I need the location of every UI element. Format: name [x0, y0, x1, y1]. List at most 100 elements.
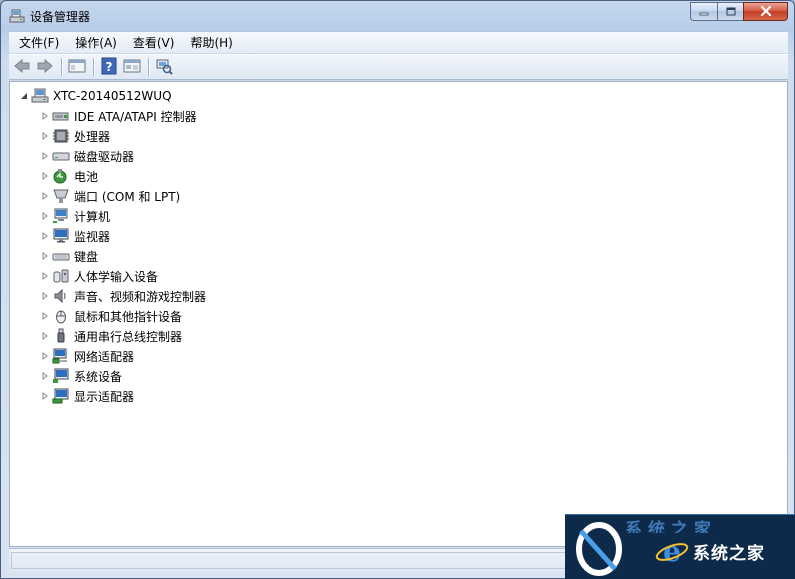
collapsed-arrow-icon[interactable]	[40, 291, 50, 301]
keyboard-icon	[52, 248, 70, 264]
device-manager-icon	[9, 8, 25, 24]
scan-hardware-icon	[155, 57, 173, 78]
collapsed-arrow-icon[interactable]	[40, 211, 50, 221]
menu-action[interactable]: 操作(A)	[67, 33, 125, 53]
tree-node[interactable]: 处理器	[40, 126, 110, 146]
tree-node-label: 显示适配器	[74, 389, 135, 404]
maximize-icon	[726, 5, 736, 19]
forward-icon	[36, 58, 54, 77]
tree-node[interactable]: 键盘	[40, 246, 98, 266]
watermark-emblem-icon	[571, 519, 627, 577]
system-device-icon	[52, 368, 70, 384]
menu-view[interactable]: 查看(V)	[125, 33, 183, 53]
tree-node[interactable]: 系统设备	[40, 366, 122, 386]
toolbar-separator	[61, 58, 62, 76]
tree-root-label: XTC-20140512WUQ	[53, 89, 172, 103]
menu-help[interactable]: 帮助(H)	[182, 33, 240, 53]
maximize-button[interactable]	[717, 2, 743, 21]
collapsed-arrow-icon[interactable]	[40, 131, 50, 141]
close-button[interactable]	[743, 2, 788, 21]
title-bar[interactable]: 设备管理器	[1, 1, 794, 31]
tree-node-label: 磁盘驱动器	[74, 149, 135, 164]
disk-drive-icon	[52, 148, 70, 164]
display-adapter-icon	[52, 388, 70, 404]
tree-node[interactable]: 人体学输入设备	[40, 266, 158, 286]
ide-controller-icon	[52, 108, 70, 124]
collapsed-arrow-icon[interactable]	[40, 331, 50, 341]
svg-text:?: ?	[106, 60, 113, 74]
tree-node-label: IDE ATA/ATAPI 控制器	[74, 109, 197, 124]
properties-button[interactable]	[121, 56, 143, 78]
tree-node-label: 声音、视频和游戏控制器	[74, 289, 207, 304]
tree-node[interactable]: 显示适配器	[40, 386, 134, 406]
device-tree-pane[interactable]: XTC-20140512WUQ IDE ATA/ATAPI 控制器 处理器磁盘驱动…	[9, 81, 788, 547]
minimize-icon	[699, 5, 709, 19]
battery-icon	[52, 168, 70, 184]
collapsed-arrow-icon[interactable]	[40, 371, 50, 381]
tree-node[interactable]: 监视器	[40, 226, 110, 246]
collapsed-arrow-icon[interactable]	[40, 111, 50, 121]
tree-node[interactable]: 网络适配器	[40, 346, 134, 366]
tree-node-label: 键盘	[74, 249, 99, 264]
svg-text:e: e	[663, 537, 681, 565]
tree-node-label: 电池	[74, 169, 99, 184]
collapsed-arrow-icon[interactable]	[40, 251, 50, 261]
network-adapter-icon	[52, 348, 70, 364]
collapsed-arrow-icon[interactable]	[40, 231, 50, 241]
show-hide-tree-button[interactable]	[66, 56, 88, 78]
scan-hardware-button[interactable]	[153, 56, 175, 78]
toolbar-separator	[148, 58, 149, 76]
tree-node[interactable]: 计算机	[40, 206, 110, 226]
computer-icon	[31, 88, 49, 104]
back-button[interactable]	[11, 56, 33, 78]
usb-icon	[52, 328, 70, 344]
collapsed-arrow-icon[interactable]	[40, 191, 50, 201]
sound-icon	[52, 288, 70, 304]
expanded-arrow-icon[interactable]	[19, 91, 29, 101]
computer-icon	[52, 208, 70, 224]
tree-node-label: 处理器	[74, 129, 111, 144]
tree-node-label: 监视器	[74, 229, 111, 244]
show-hide-console-tree-icon	[68, 58, 86, 77]
close-icon	[760, 5, 772, 19]
tree-node[interactable]: 电池	[40, 166, 98, 186]
minimize-button[interactable]	[690, 2, 717, 21]
help-icon: ?	[100, 57, 118, 78]
properties-panel-icon	[123, 58, 141, 77]
ie-logo-icon: e	[655, 535, 689, 568]
collapsed-arrow-icon[interactable]	[40, 351, 50, 361]
help-button[interactable]: ?	[98, 56, 120, 78]
tree-node-label: 鼠标和其他指针设备	[74, 309, 183, 324]
watermark-top-text: 系统之家	[625, 520, 717, 533]
toolbar: ?	[9, 54, 788, 80]
window-title: 设备管理器	[30, 10, 91, 24]
tree-node[interactable]: IDE ATA/ATAPI 控制器	[40, 106, 197, 126]
tree-root-node[interactable]: XTC-20140512WUQ	[19, 86, 172, 106]
back-icon	[13, 58, 31, 77]
tree-node[interactable]: 声音、视频和游戏控制器	[40, 286, 206, 306]
forward-button[interactable]	[34, 56, 56, 78]
tree-node-label: 系统设备	[74, 369, 123, 384]
tree-node[interactable]: 磁盘驱动器	[40, 146, 134, 166]
port-icon	[52, 188, 70, 204]
tree-node[interactable]: 端口 (COM 和 LPT)	[40, 186, 180, 206]
menu-file[interactable]: 文件(F)	[11, 33, 67, 53]
collapsed-arrow-icon[interactable]	[40, 151, 50, 161]
processor-icon	[52, 128, 70, 144]
tree-node[interactable]: 通用串行总线控制器	[40, 326, 182, 346]
caption-buttons	[690, 2, 788, 21]
collapsed-arrow-icon[interactable]	[40, 171, 50, 181]
watermark-logo: 系统之家 e 系统之家	[565, 514, 795, 579]
collapsed-arrow-icon[interactable]	[40, 311, 50, 321]
collapsed-arrow-icon[interactable]	[40, 391, 50, 401]
collapsed-arrow-icon[interactable]	[40, 271, 50, 281]
tree-node[interactable]: 鼠标和其他指针设备	[40, 306, 182, 326]
tree-node-label: 通用串行总线控制器	[74, 329, 183, 344]
tree-node-label: 人体学输入设备	[74, 269, 159, 284]
hid-icon	[52, 268, 70, 284]
device-manager-window: 设备管理器 文件(F) 操作(A) 查看(V) 帮助(H) ? XTC-2014…	[0, 0, 795, 579]
menu-bar: 文件(F) 操作(A) 查看(V) 帮助(H)	[9, 31, 788, 53]
toolbar-separator	[93, 58, 94, 76]
tree-node-label: 计算机	[74, 209, 111, 224]
mouse-icon	[52, 308, 70, 324]
